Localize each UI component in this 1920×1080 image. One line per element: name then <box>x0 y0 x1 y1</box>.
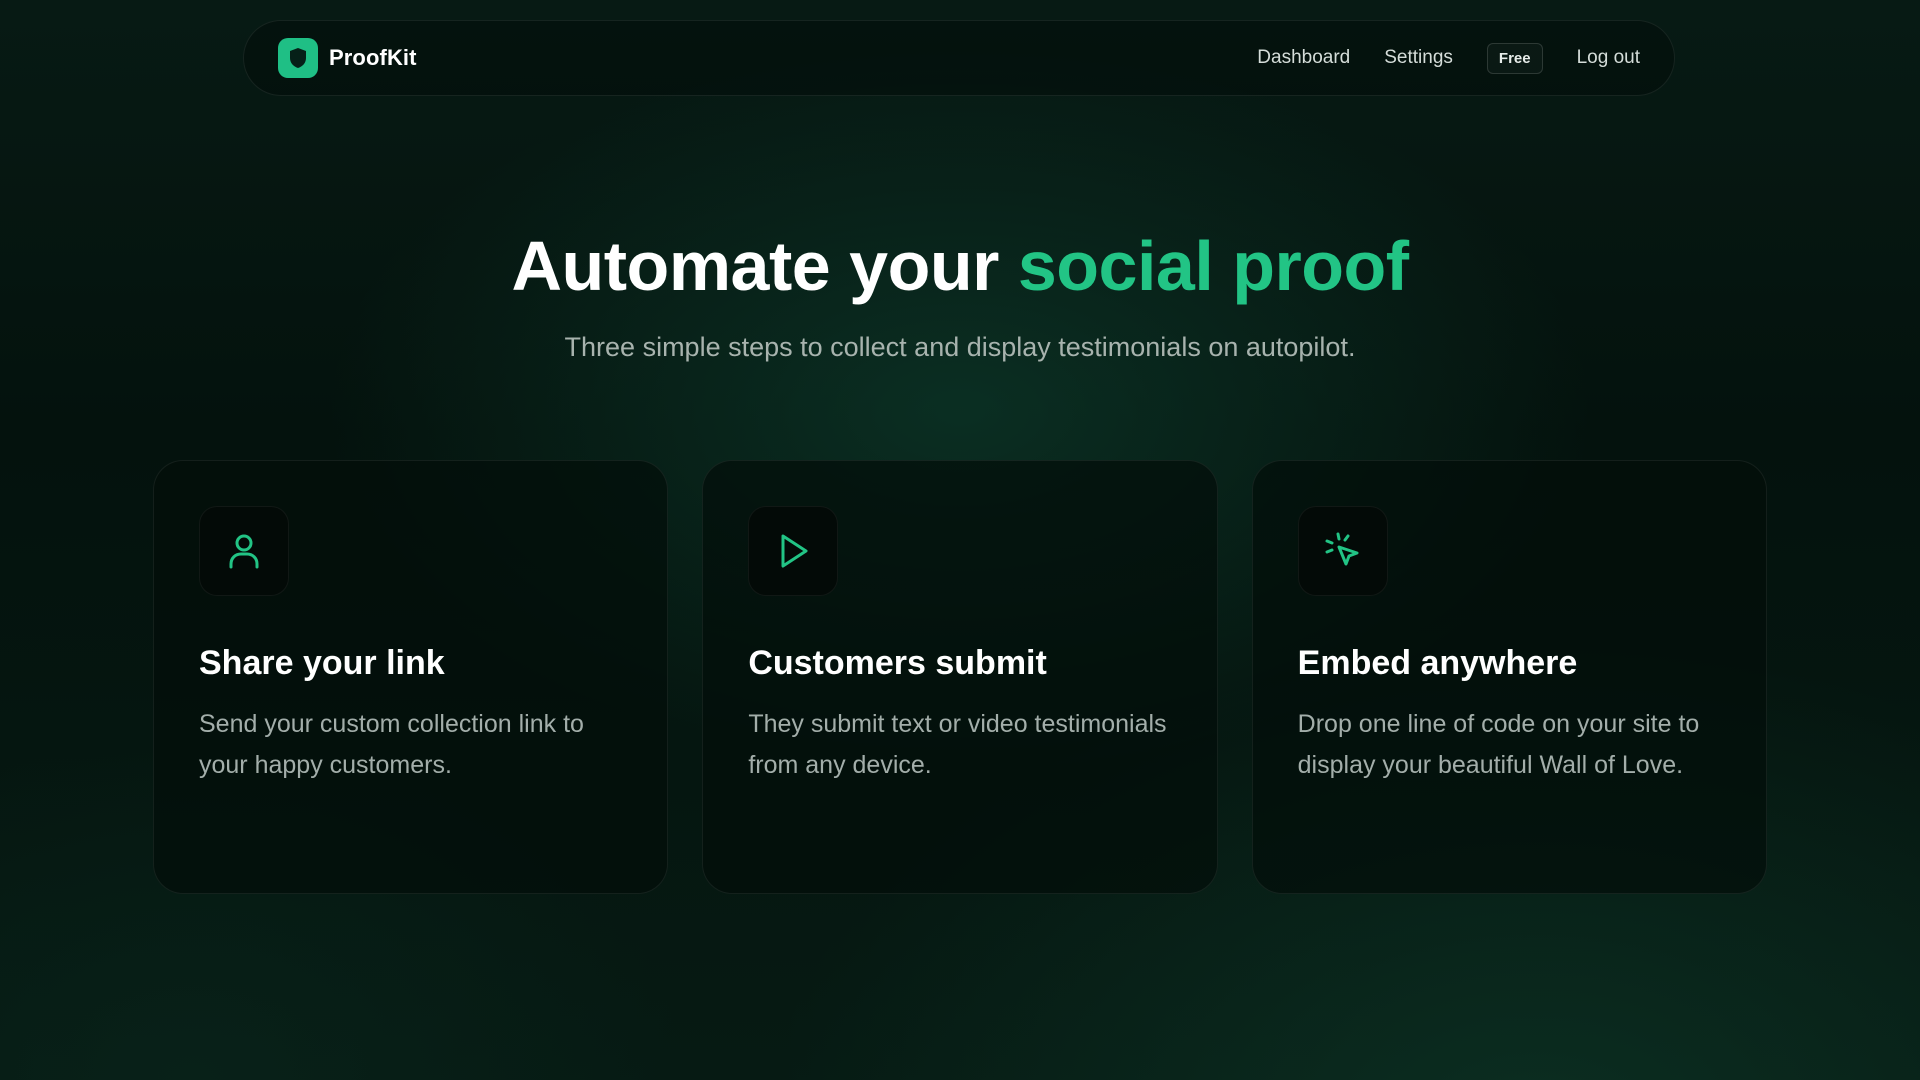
top-navbar: ProofKit Dashboard Settings Free Log out <box>243 20 1675 96</box>
step-card-embed: Embed anywhere Drop one line of code on … <box>1251 460 1767 894</box>
step-title: Embed anywhere <box>1297 644 1578 682</box>
nav-link-dashboard[interactable]: Dashboard <box>1257 47 1350 69</box>
nav-link-settings[interactable]: Settings <box>1384 47 1453 69</box>
logout-link[interactable]: Log out <box>1577 47 1640 69</box>
shield-icon <box>278 38 318 78</box>
brand[interactable]: ProofKit <box>278 38 417 78</box>
brand-name: ProofKit <box>329 45 417 70</box>
nav-links: Dashboard Settings Free Log out <box>1257 42 1640 74</box>
step-card-submit: Customers submit They submit text or vid… <box>702 460 1218 894</box>
cursor-click-icon <box>1297 506 1388 596</box>
play-icon <box>748 506 839 596</box>
hero-subtitle: Three simple steps to collect and displa… <box>564 332 1356 362</box>
steps-section: Share your link Send your custom collect… <box>153 460 1767 894</box>
step-description: Drop one line of code on your site to di… <box>1297 710 1700 779</box>
step-title: Customers submit <box>748 644 1047 682</box>
hero-title-main: Automate your <box>511 227 1018 305</box>
hero-title: Automate your social proof <box>0 222 1920 310</box>
step-card-share: Share your link Send your custom collect… <box>153 460 669 894</box>
step-description: They submit text or video testimonials f… <box>748 710 1167 779</box>
plan-badge: Free <box>1486 42 1543 74</box>
step-description: Send your custom collection link to your… <box>199 710 584 779</box>
hero-title-accent: social proof <box>1017 227 1409 305</box>
user-icon <box>199 506 289 596</box>
step-title: Share your link <box>199 644 445 682</box>
